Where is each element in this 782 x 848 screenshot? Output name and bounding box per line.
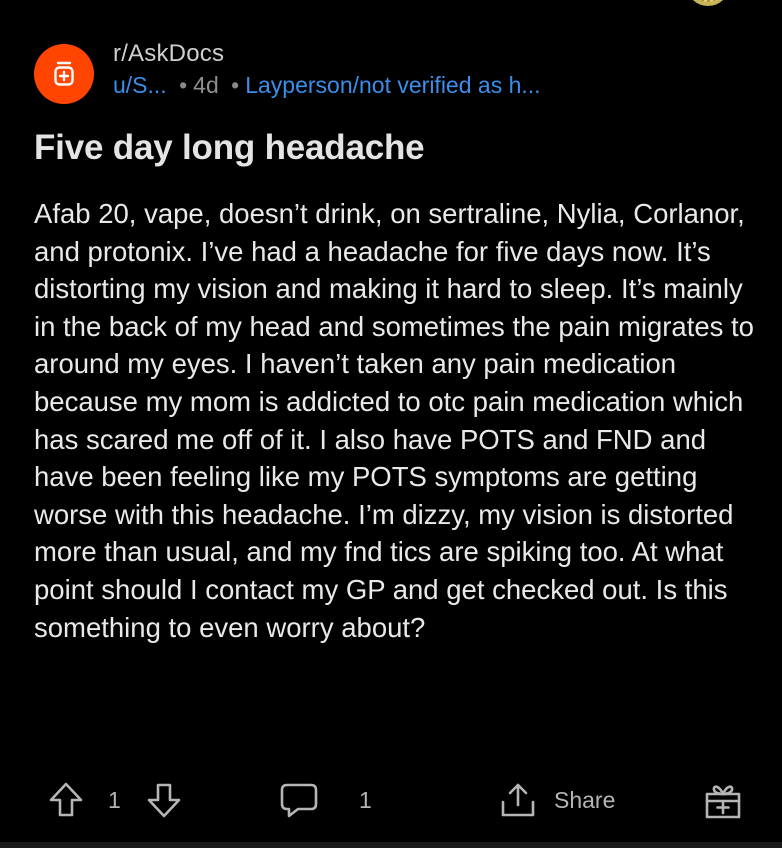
share-label: Share [554, 786, 616, 813]
comment-count: 1 [359, 770, 372, 830]
post-title[interactable]: Five day long headache [34, 128, 425, 168]
post-age: 4d [193, 72, 219, 98]
vote-count: 1 [108, 770, 121, 830]
reddit-jar-icon [54, 61, 74, 86]
divider [0, 842, 782, 848]
vote-count-label: 1 [108, 786, 121, 813]
meta-separator: • [179, 72, 188, 98]
downvote-button[interactable] [144, 770, 184, 830]
arrow-up-icon [49, 782, 83, 817]
comment-count-label: 1 [359, 786, 372, 813]
comment-button[interactable] [278, 770, 320, 830]
speech-bubble-icon [280, 783, 318, 818]
user-avatar-peek[interactable] [686, 0, 730, 6]
subreddit-avatar[interactable] [34, 44, 94, 104]
author-username[interactable]: u/S... [113, 72, 167, 98]
gift-award-icon [705, 785, 741, 819]
award-button[interactable] [704, 770, 742, 830]
meta-separator: • [231, 72, 240, 98]
post-header: r/AskDocs u/S... • 4d • Layperson/not veri… [34, 38, 754, 104]
post-meta: u/S... • 4d • Layperson/not verified as h.… [113, 72, 541, 99]
upvote-button[interactable] [46, 770, 86, 830]
post-action-bar: 1 1 Share [0, 770, 782, 830]
share-icon [501, 783, 535, 817]
post-body: Afab 20, vape, doesn’t drink, on sertral… [34, 198, 754, 643]
arrow-down-icon [147, 783, 181, 818]
share-button[interactable]: Share [498, 770, 615, 830]
subreddit-name[interactable]: r/AskDocs [113, 40, 224, 68]
user-flair[interactable]: Layperson/not verified as h... [245, 72, 540, 98]
